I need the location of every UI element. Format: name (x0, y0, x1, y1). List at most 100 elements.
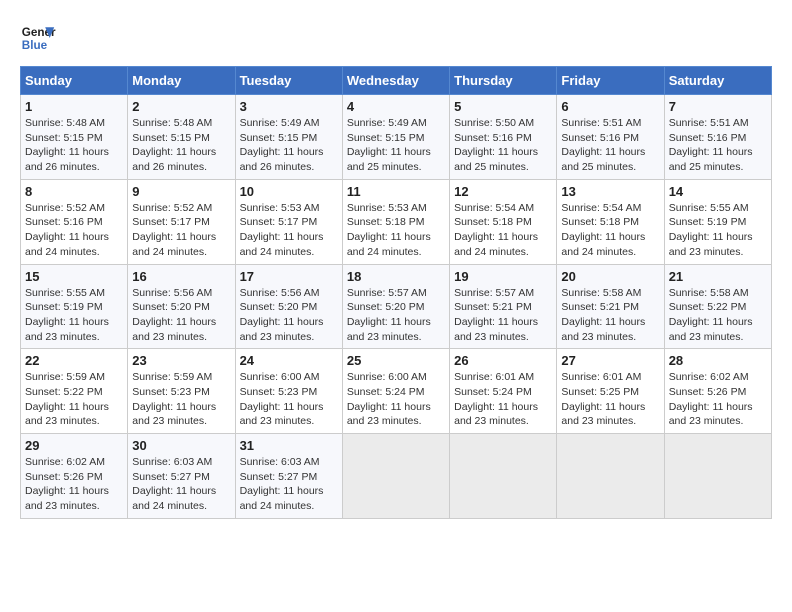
calendar-cell: 17 Sunrise: 5:56 AMSunset: 5:20 PMDaylig… (235, 264, 342, 349)
day-number: 30 (132, 438, 230, 453)
day-number: 24 (240, 353, 338, 368)
calendar-cell: 10 Sunrise: 5:53 AMSunset: 5:17 PMDaylig… (235, 179, 342, 264)
calendar-cell: 18 Sunrise: 5:57 AMSunset: 5:20 PMDaylig… (342, 264, 449, 349)
day-info: Sunrise: 6:01 AMSunset: 5:25 PMDaylight:… (561, 371, 645, 427)
day-info: Sunrise: 5:56 AMSunset: 5:20 PMDaylight:… (240, 287, 324, 343)
day-number: 1 (25, 99, 123, 114)
calendar-cell (342, 434, 449, 519)
calendar-cell: 23 Sunrise: 5:59 AMSunset: 5:23 PMDaylig… (128, 349, 235, 434)
day-info: Sunrise: 5:57 AMSunset: 5:20 PMDaylight:… (347, 287, 431, 343)
day-number: 3 (240, 99, 338, 114)
day-info: Sunrise: 6:02 AMSunset: 5:26 PMDaylight:… (25, 456, 109, 512)
day-info: Sunrise: 5:55 AMSunset: 5:19 PMDaylight:… (669, 202, 753, 258)
calendar-cell: 14 Sunrise: 5:55 AMSunset: 5:19 PMDaylig… (664, 179, 771, 264)
calendar-cell (557, 434, 664, 519)
day-number: 18 (347, 269, 445, 284)
day-info: Sunrise: 6:03 AMSunset: 5:27 PMDaylight:… (132, 456, 216, 512)
calendar-cell: 22 Sunrise: 5:59 AMSunset: 5:22 PMDaylig… (21, 349, 128, 434)
day-number: 29 (25, 438, 123, 453)
day-info: Sunrise: 5:58 AMSunset: 5:22 PMDaylight:… (669, 287, 753, 343)
day-number: 19 (454, 269, 552, 284)
page-header: General Blue (20, 20, 772, 56)
calendar-cell: 27 Sunrise: 6:01 AMSunset: 5:25 PMDaylig… (557, 349, 664, 434)
day-number: 15 (25, 269, 123, 284)
calendar-cell (450, 434, 557, 519)
day-number: 8 (25, 184, 123, 199)
calendar-cell: 19 Sunrise: 5:57 AMSunset: 5:21 PMDaylig… (450, 264, 557, 349)
day-info: Sunrise: 6:03 AMSunset: 5:27 PMDaylight:… (240, 456, 324, 512)
calendar-cell: 11 Sunrise: 5:53 AMSunset: 5:18 PMDaylig… (342, 179, 449, 264)
day-info: Sunrise: 5:54 AMSunset: 5:18 PMDaylight:… (454, 202, 538, 258)
calendar-cell (664, 434, 771, 519)
day-number: 12 (454, 184, 552, 199)
day-number: 5 (454, 99, 552, 114)
day-info: Sunrise: 5:58 AMSunset: 5:21 PMDaylight:… (561, 287, 645, 343)
calendar-cell: 20 Sunrise: 5:58 AMSunset: 5:21 PMDaylig… (557, 264, 664, 349)
col-header-tuesday: Tuesday (235, 67, 342, 95)
day-number: 20 (561, 269, 659, 284)
col-header-thursday: Thursday (450, 67, 557, 95)
day-number: 11 (347, 184, 445, 199)
calendar-cell: 16 Sunrise: 5:56 AMSunset: 5:20 PMDaylig… (128, 264, 235, 349)
calendar-cell: 31 Sunrise: 6:03 AMSunset: 5:27 PMDaylig… (235, 434, 342, 519)
calendar-cell: 1 Sunrise: 5:48 AMSunset: 5:15 PMDayligh… (21, 95, 128, 180)
day-info: Sunrise: 5:48 AMSunset: 5:15 PMDaylight:… (132, 117, 216, 173)
day-number: 14 (669, 184, 767, 199)
col-header-friday: Friday (557, 67, 664, 95)
day-number: 28 (669, 353, 767, 368)
logo-icon: General Blue (20, 20, 56, 56)
day-info: Sunrise: 6:00 AMSunset: 5:23 PMDaylight:… (240, 371, 324, 427)
calendar-cell: 13 Sunrise: 5:54 AMSunset: 5:18 PMDaylig… (557, 179, 664, 264)
calendar-cell: 8 Sunrise: 5:52 AMSunset: 5:16 PMDayligh… (21, 179, 128, 264)
day-number: 17 (240, 269, 338, 284)
day-info: Sunrise: 6:00 AMSunset: 5:24 PMDaylight:… (347, 371, 431, 427)
calendar-cell: 21 Sunrise: 5:58 AMSunset: 5:22 PMDaylig… (664, 264, 771, 349)
day-info: Sunrise: 5:51 AMSunset: 5:16 PMDaylight:… (669, 117, 753, 173)
day-number: 10 (240, 184, 338, 199)
calendar-cell: 12 Sunrise: 5:54 AMSunset: 5:18 PMDaylig… (450, 179, 557, 264)
day-number: 13 (561, 184, 659, 199)
day-info: Sunrise: 5:59 AMSunset: 5:23 PMDaylight:… (132, 371, 216, 427)
day-info: Sunrise: 5:53 AMSunset: 5:17 PMDaylight:… (240, 202, 324, 258)
day-number: 2 (132, 99, 230, 114)
day-number: 7 (669, 99, 767, 114)
calendar-cell: 29 Sunrise: 6:02 AMSunset: 5:26 PMDaylig… (21, 434, 128, 519)
day-number: 16 (132, 269, 230, 284)
day-number: 25 (347, 353, 445, 368)
day-info: Sunrise: 5:52 AMSunset: 5:16 PMDaylight:… (25, 202, 109, 258)
day-info: Sunrise: 5:53 AMSunset: 5:18 PMDaylight:… (347, 202, 431, 258)
day-info: Sunrise: 5:57 AMSunset: 5:21 PMDaylight:… (454, 287, 538, 343)
col-header-sunday: Sunday (21, 67, 128, 95)
calendar-cell: 2 Sunrise: 5:48 AMSunset: 5:15 PMDayligh… (128, 95, 235, 180)
day-number: 26 (454, 353, 552, 368)
day-number: 23 (132, 353, 230, 368)
calendar-cell: 26 Sunrise: 6:01 AMSunset: 5:24 PMDaylig… (450, 349, 557, 434)
calendar-cell: 7 Sunrise: 5:51 AMSunset: 5:16 PMDayligh… (664, 95, 771, 180)
col-header-saturday: Saturday (664, 67, 771, 95)
day-info: Sunrise: 5:51 AMSunset: 5:16 PMDaylight:… (561, 117, 645, 173)
day-info: Sunrise: 5:52 AMSunset: 5:17 PMDaylight:… (132, 202, 216, 258)
day-number: 4 (347, 99, 445, 114)
calendar-cell: 30 Sunrise: 6:03 AMSunset: 5:27 PMDaylig… (128, 434, 235, 519)
day-info: Sunrise: 6:01 AMSunset: 5:24 PMDaylight:… (454, 371, 538, 427)
day-info: Sunrise: 5:54 AMSunset: 5:18 PMDaylight:… (561, 202, 645, 258)
day-number: 21 (669, 269, 767, 284)
calendar-cell: 6 Sunrise: 5:51 AMSunset: 5:16 PMDayligh… (557, 95, 664, 180)
calendar-cell: 5 Sunrise: 5:50 AMSunset: 5:16 PMDayligh… (450, 95, 557, 180)
svg-text:Blue: Blue (22, 39, 48, 52)
day-info: Sunrise: 5:50 AMSunset: 5:16 PMDaylight:… (454, 117, 538, 173)
calendar-table: SundayMondayTuesdayWednesdayThursdayFrid… (20, 66, 772, 519)
day-info: Sunrise: 5:49 AMSunset: 5:15 PMDaylight:… (347, 117, 431, 173)
day-number: 31 (240, 438, 338, 453)
day-number: 6 (561, 99, 659, 114)
day-info: Sunrise: 5:49 AMSunset: 5:15 PMDaylight:… (240, 117, 324, 173)
calendar-cell: 25 Sunrise: 6:00 AMSunset: 5:24 PMDaylig… (342, 349, 449, 434)
day-number: 22 (25, 353, 123, 368)
col-header-wednesday: Wednesday (342, 67, 449, 95)
day-number: 9 (132, 184, 230, 199)
day-info: Sunrise: 5:59 AMSunset: 5:22 PMDaylight:… (25, 371, 109, 427)
day-info: Sunrise: 5:55 AMSunset: 5:19 PMDaylight:… (25, 287, 109, 343)
calendar-cell: 9 Sunrise: 5:52 AMSunset: 5:17 PMDayligh… (128, 179, 235, 264)
day-info: Sunrise: 6:02 AMSunset: 5:26 PMDaylight:… (669, 371, 753, 427)
calendar-cell: 4 Sunrise: 5:49 AMSunset: 5:15 PMDayligh… (342, 95, 449, 180)
